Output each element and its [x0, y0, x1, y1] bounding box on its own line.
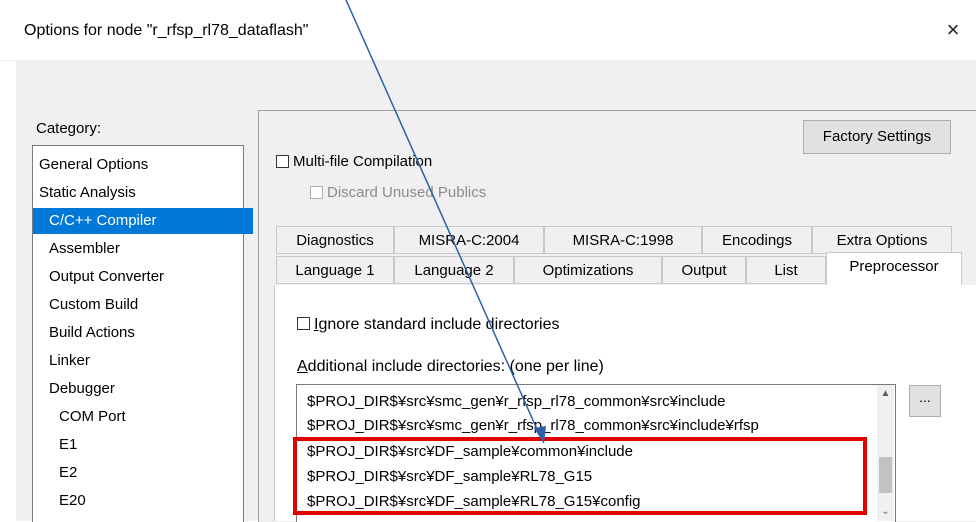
category-item-e2[interactable]: E2	[59, 464, 77, 481]
multi-file-compilation-option[interactable]: Multi-file Compilation	[276, 153, 432, 170]
include-directory-line: $PROJ_DIR$¥src¥DF_sample¥RL78_G15¥config	[307, 493, 641, 510]
include-directories-scrollbar[interactable]: ▲ ⌄	[877, 385, 894, 521]
category-item-build-actions[interactable]: Build Actions	[49, 324, 135, 341]
tab-preprocessor[interactable]: Preprocessor	[826, 252, 962, 286]
scroll-down-icon[interactable]: ⌄	[877, 503, 894, 520]
category-label: Category:	[36, 120, 102, 137]
category-item-general-options[interactable]: General Options	[39, 156, 148, 173]
ignore-standard-include-option[interactable]: Ignore standard include directories	[297, 316, 559, 334]
category-item-linker[interactable]: Linker	[49, 352, 90, 369]
additional-include-label: Additional include directories: (one per…	[297, 358, 604, 376]
category-item-assembler[interactable]: Assembler	[49, 240, 120, 257]
tab-list[interactable]: List	[746, 256, 826, 284]
close-button[interactable]: ×	[940, 17, 966, 43]
tab-language-2[interactable]: Language 2	[394, 256, 514, 284]
tab-output[interactable]: Output	[662, 256, 746, 284]
multi-file-compilation-label: Multi-file Compilation	[293, 153, 433, 170]
tab-diagnostics[interactable]: Diagnostics	[276, 226, 394, 254]
factory-settings-button[interactable]: Factory Settings	[803, 120, 951, 154]
multi-file-compilation-checkbox[interactable]	[276, 154, 289, 168]
discard-unused-publics-checkbox	[310, 185, 323, 199]
tab-encodings[interactable]: Encodings	[702, 226, 812, 254]
tab-misra-c-2004[interactable]: MISRA-C:2004	[394, 226, 544, 254]
discard-unused-publics-label: Discard Unused Publics	[327, 184, 487, 201]
category-item-c-compiler[interactable]: C/C++ Compiler	[33, 208, 253, 234]
tab-language-1[interactable]: Language 1	[276, 256, 394, 284]
category-item-output-converter[interactable]: Output Converter	[49, 268, 164, 285]
tab-misra-c-1998[interactable]: MISRA-C:1998	[544, 226, 702, 254]
scrollbar-thumb[interactable]	[879, 457, 892, 493]
ignore-standard-include-checkbox[interactable]	[297, 317, 310, 331]
category-item-custom-build[interactable]: Custom Build	[49, 296, 138, 313]
include-directory-line: $PROJ_DIR$¥src¥smc_gen¥r_rfsp_rl78_commo…	[307, 393, 726, 410]
category-item-com-port[interactable]: COM Port	[59, 408, 126, 425]
scroll-up-icon[interactable]: ▲	[877, 385, 894, 402]
category-item-e20[interactable]: E20	[59, 492, 86, 509]
browse-button[interactable]: ...	[909, 385, 941, 417]
category-list[interactable]: General Options Static Analysis C/C++ Co…	[32, 145, 253, 522]
additional-include-mnemonic: A	[297, 358, 308, 375]
tab-extra-options[interactable]: Extra Options	[812, 226, 952, 254]
ignore-standard-include-label: gnore standard include directories	[318, 316, 560, 333]
discard-unused-publics-option: Discard Unused Publics	[310, 184, 486, 201]
include-directory-line: $PROJ_DIR$¥src¥DF_sample¥common¥include	[307, 443, 633, 460]
include-directories-textarea[interactable]: $PROJ_DIR$¥src¥smc_gen¥r_rfsp_rl78_commo…	[296, 384, 896, 522]
include-directory-line: $PROJ_DIR$¥src¥DF_sample¥RL78_G15	[307, 468, 593, 485]
dialog-title: Options for node "r_rfsp_rl78_dataflash"	[24, 22, 309, 39]
additional-include-label-text: dditional include directories: (one per …	[307, 358, 604, 375]
dialog-titlebar: Options for node "r_rfsp_rl78_dataflash"…	[0, 0, 976, 61]
include-directory-line: $PROJ_DIR$¥src¥smc_gen¥r_rfsp_rl78_commo…	[307, 417, 759, 434]
category-item-e1[interactable]: E1	[59, 436, 77, 453]
category-item-debugger[interactable]: Debugger	[49, 380, 115, 397]
tab-optimizations[interactable]: Optimizations	[514, 256, 662, 284]
category-item-static-analysis[interactable]: Static Analysis	[39, 184, 136, 201]
